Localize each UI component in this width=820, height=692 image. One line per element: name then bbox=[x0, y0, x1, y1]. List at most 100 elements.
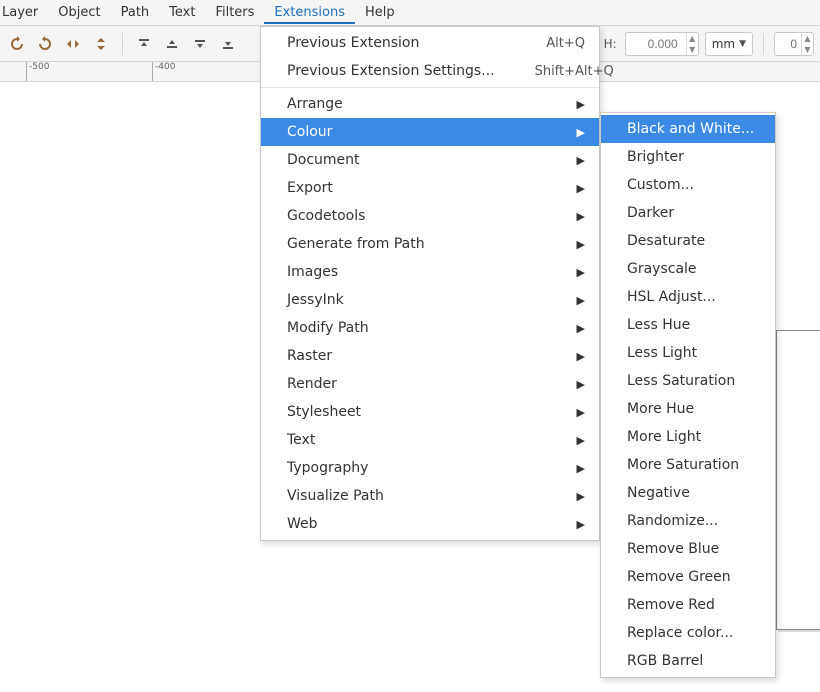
submenu-item-label: Less Light bbox=[627, 345, 761, 361]
submenu-arrow-icon: ▶ bbox=[577, 266, 585, 279]
submenu-arrow-icon: ▶ bbox=[577, 462, 585, 475]
page-edge bbox=[776, 330, 820, 630]
submenu-item-label: Darker bbox=[627, 205, 761, 221]
submenu-item-brighter[interactable]: Brighter bbox=[601, 143, 775, 171]
menu-item-previous-extension[interactable]: Previous Extension Alt+Q bbox=[261, 29, 599, 57]
submenu-arrow-icon: ▶ bbox=[577, 378, 585, 391]
menu-item-modify-path[interactable]: Modify Path▶ bbox=[261, 314, 599, 342]
height-spinner[interactable]: ▲▼ bbox=[625, 32, 699, 56]
menu-help[interactable]: Help bbox=[355, 1, 405, 24]
menu-item-colour[interactable]: Colour▶ bbox=[261, 118, 599, 146]
menubar: Layer Object Path Text Filters Extension… bbox=[0, 0, 820, 26]
submenu-item-label: Negative bbox=[627, 485, 761, 501]
submenu-item-more-light[interactable]: More Light bbox=[601, 423, 775, 451]
menu-layer[interactable]: Layer bbox=[2, 1, 48, 24]
menu-extensions[interactable]: Extensions bbox=[264, 1, 355, 24]
menu-item-label: Arrange bbox=[287, 96, 537, 112]
menu-path[interactable]: Path bbox=[111, 1, 160, 24]
flip-horizontal-icon[interactable] bbox=[62, 33, 84, 55]
submenu-arrow-icon: ▶ bbox=[577, 518, 585, 531]
submenu-item-randomize-[interactable]: Randomize... bbox=[601, 507, 775, 535]
submenu-arrow-icon: ▶ bbox=[577, 210, 585, 223]
submenu-item-more-saturation[interactable]: More Saturation bbox=[601, 451, 775, 479]
submenu-arrow-icon: ▶ bbox=[577, 490, 585, 503]
secondary-spinner[interactable]: ▲▼ bbox=[774, 32, 814, 56]
spinner-arrows[interactable]: ▲▼ bbox=[686, 33, 698, 55]
menu-item-raster[interactable]: Raster▶ bbox=[261, 342, 599, 370]
menu-item-label: Images bbox=[287, 264, 537, 280]
submenu-item-less-light[interactable]: Less Light bbox=[601, 339, 775, 367]
raise-top-icon[interactable] bbox=[133, 33, 155, 55]
submenu-arrow-icon: ▶ bbox=[577, 434, 585, 447]
raise-icon[interactable] bbox=[161, 33, 183, 55]
submenu-item-grayscale[interactable]: Grayscale bbox=[601, 255, 775, 283]
submenu-item-black-and-white-[interactable]: Black and White... bbox=[601, 115, 775, 143]
ruler-tick: -400 bbox=[152, 62, 175, 81]
menu-item-label: Typography bbox=[287, 460, 537, 476]
submenu-item-negative[interactable]: Negative bbox=[601, 479, 775, 507]
secondary-input[interactable] bbox=[777, 37, 797, 51]
submenu-item-remove-blue[interactable]: Remove Blue bbox=[601, 535, 775, 563]
menu-text[interactable]: Text bbox=[159, 1, 205, 24]
submenu-item-rgb-barrel[interactable]: RGB Barrel bbox=[601, 647, 775, 675]
menu-item-stylesheet[interactable]: Stylesheet▶ bbox=[261, 398, 599, 426]
submenu-arrow-icon: ▶ bbox=[577, 154, 585, 167]
menu-item-text[interactable]: Text▶ bbox=[261, 426, 599, 454]
submenu-item-custom-[interactable]: Custom... bbox=[601, 171, 775, 199]
menu-item-accel: Shift+Alt+Q bbox=[535, 64, 614, 79]
menu-item-label: Web bbox=[287, 516, 537, 532]
height-input[interactable] bbox=[628, 37, 678, 51]
submenu-item-less-hue[interactable]: Less Hue bbox=[601, 311, 775, 339]
menu-item-generate-from-path[interactable]: Generate from Path▶ bbox=[261, 230, 599, 258]
submenu-item-desaturate[interactable]: Desaturate bbox=[601, 227, 775, 255]
rotate-right-icon[interactable] bbox=[34, 33, 56, 55]
submenu-item-label: Replace color... bbox=[627, 625, 761, 641]
menu-item-label: Previous Extension Settings... bbox=[287, 63, 495, 79]
h-label: H: bbox=[604, 37, 617, 51]
separator bbox=[763, 33, 764, 55]
submenu-item-hsl-adjust-[interactable]: HSL Adjust... bbox=[601, 283, 775, 311]
submenu-arrow-icon: ▶ bbox=[577, 98, 585, 111]
menu-item-arrange[interactable]: Arrange ▶ bbox=[261, 90, 599, 118]
submenu-item-remove-green[interactable]: Remove Green bbox=[601, 563, 775, 591]
rotate-left-icon[interactable] bbox=[6, 33, 28, 55]
menu-item-render[interactable]: Render ▶ bbox=[261, 370, 599, 398]
submenu-item-replace-color-[interactable]: Replace color... bbox=[601, 619, 775, 647]
submenu-item-less-saturation[interactable]: Less Saturation bbox=[601, 367, 775, 395]
menu-filters[interactable]: Filters bbox=[205, 1, 264, 24]
submenu-item-label: Custom... bbox=[627, 177, 761, 193]
spinner-arrows[interactable]: ▲▼ bbox=[801, 33, 813, 55]
menu-item-web[interactable]: Web ▶ bbox=[261, 510, 599, 538]
menu-item-label: Previous Extension bbox=[287, 35, 506, 51]
submenu-item-darker[interactable]: Darker bbox=[601, 199, 775, 227]
lower-icon[interactable] bbox=[189, 33, 211, 55]
menu-item-typography[interactable]: Typography ▶ bbox=[261, 454, 599, 482]
menu-item-label: Modify Path bbox=[287, 320, 537, 336]
menu-item-label: Visualize Path bbox=[287, 488, 537, 504]
menu-item-export[interactable]: Export▶ bbox=[261, 174, 599, 202]
lower-bottom-icon[interactable] bbox=[217, 33, 239, 55]
submenu-arrow-icon: ▶ bbox=[577, 126, 585, 139]
submenu-arrow-icon: ▶ bbox=[577, 294, 585, 307]
menu-item-label: Render bbox=[287, 376, 537, 392]
menu-item-jessyink[interactable]: JessyInk▶ bbox=[261, 286, 599, 314]
menu-item-label: Gcodetools bbox=[287, 208, 537, 224]
menu-item-previous-extension-settings-[interactable]: Previous Extension Settings...Shift+Alt+… bbox=[261, 57, 599, 85]
flip-vertical-icon[interactable] bbox=[90, 33, 112, 55]
submenu-item-label: More Hue bbox=[627, 401, 761, 417]
unit-select[interactable]: mm ▼ bbox=[705, 32, 753, 56]
submenu-item-remove-red[interactable]: Remove Red bbox=[601, 591, 775, 619]
menu-item-images[interactable]: Images ▶ bbox=[261, 258, 599, 286]
ruler-tick: -500 bbox=[26, 62, 49, 81]
submenu-item-label: RGB Barrel bbox=[627, 653, 761, 669]
submenu-arrow-icon: ▶ bbox=[577, 182, 585, 195]
separator bbox=[122, 33, 123, 55]
menu-item-accel: Alt+Q bbox=[546, 36, 585, 51]
menu-object[interactable]: Object bbox=[48, 1, 110, 24]
submenu-item-more-hue[interactable]: More Hue bbox=[601, 395, 775, 423]
submenu-item-label: More Saturation bbox=[627, 457, 761, 473]
menu-item-visualize-path[interactable]: Visualize Path ▶ bbox=[261, 482, 599, 510]
menu-item-document[interactable]: Document▶ bbox=[261, 146, 599, 174]
unit-value: mm bbox=[712, 37, 735, 51]
menu-item-gcodetools[interactable]: Gcodetools ▶ bbox=[261, 202, 599, 230]
